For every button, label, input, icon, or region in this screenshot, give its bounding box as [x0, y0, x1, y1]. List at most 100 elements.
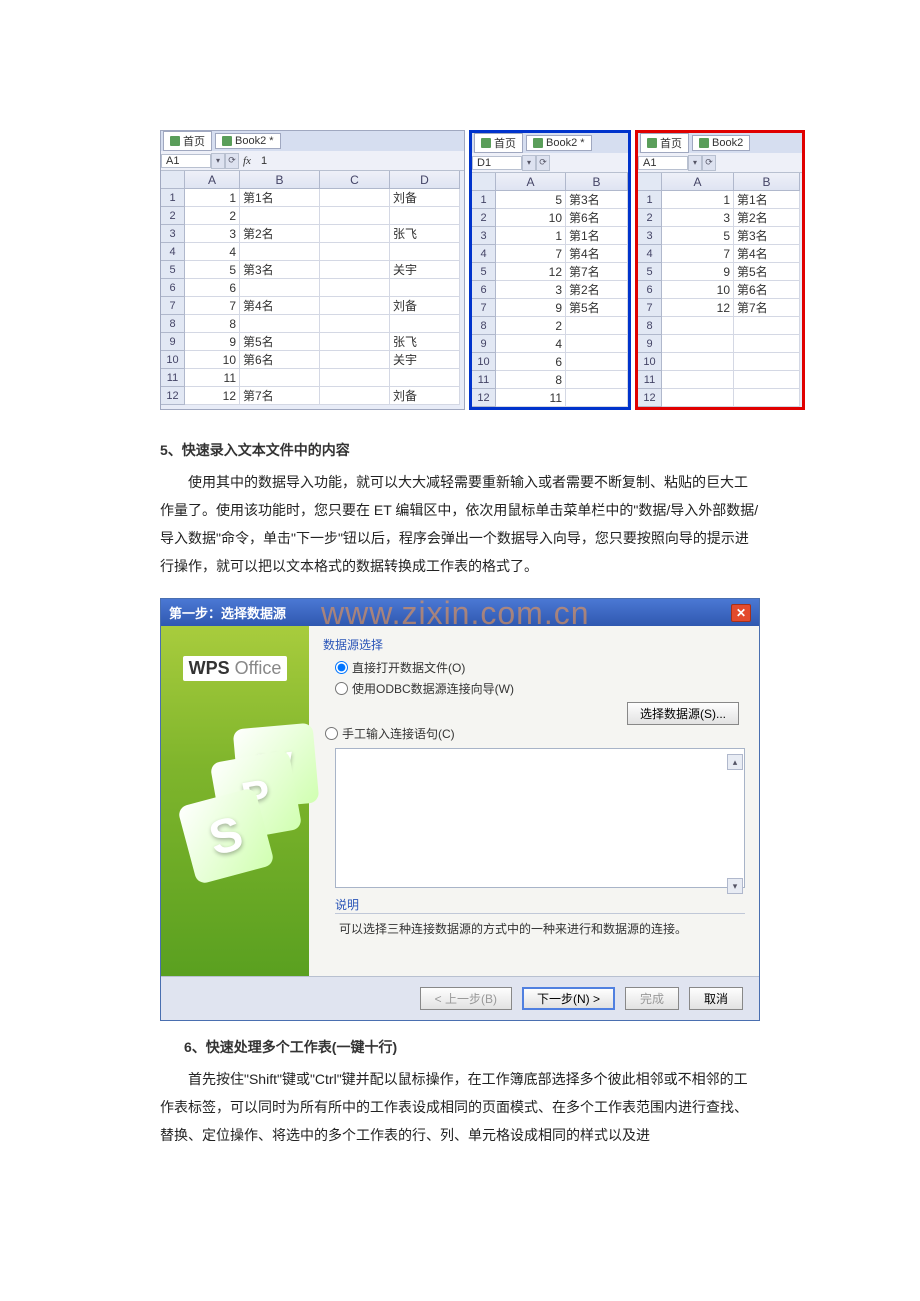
- cell[interactable]: 1: [185, 189, 240, 207]
- column-header[interactable]: A: [496, 173, 566, 191]
- cell[interactable]: [662, 317, 734, 335]
- row-header[interactable]: 3: [638, 227, 662, 245]
- cell[interactable]: [240, 369, 320, 387]
- cell[interactable]: 12: [662, 299, 734, 317]
- cell[interactable]: [320, 297, 390, 315]
- cell[interactable]: 3: [662, 209, 734, 227]
- cell[interactable]: 10: [185, 351, 240, 369]
- row-header[interactable]: 7: [161, 297, 185, 315]
- cell[interactable]: [566, 353, 628, 371]
- cell[interactable]: 第5名: [240, 333, 320, 351]
- cell[interactable]: [566, 371, 628, 389]
- cell[interactable]: [390, 315, 460, 333]
- cell[interactable]: 7: [185, 297, 240, 315]
- row-header[interactable]: 4: [161, 243, 185, 261]
- row-header[interactable]: 4: [638, 245, 662, 263]
- cell[interactable]: 8: [496, 371, 566, 389]
- cell[interactable]: 7: [496, 245, 566, 263]
- cell[interactable]: [734, 389, 800, 407]
- row-header[interactable]: 8: [161, 315, 185, 333]
- cell[interactable]: [734, 371, 800, 389]
- select-datasource-button[interactable]: 选择数据源(S)...: [627, 702, 739, 725]
- column-header[interactable]: A: [185, 171, 240, 189]
- cell[interactable]: 第3名: [734, 227, 800, 245]
- select-all-corner[interactable]: [472, 173, 496, 191]
- cell[interactable]: 9: [185, 333, 240, 351]
- cell[interactable]: [320, 351, 390, 369]
- cell[interactable]: 9: [662, 263, 734, 281]
- cancel-button[interactable]: 取消: [689, 987, 743, 1010]
- row-header[interactable]: 5: [161, 261, 185, 279]
- row-header[interactable]: 9: [472, 335, 496, 353]
- cell[interactable]: 第2名: [240, 225, 320, 243]
- row-header[interactable]: 5: [472, 263, 496, 281]
- name-box[interactable]: D1: [472, 156, 522, 170]
- row-header[interactable]: 2: [472, 209, 496, 227]
- cell[interactable]: 第1名: [566, 227, 628, 245]
- refresh-icon[interactable]: ⟳: [536, 155, 550, 171]
- row-header[interactable]: 10: [638, 353, 662, 371]
- cell[interactable]: 张飞: [390, 333, 460, 351]
- row-header[interactable]: 9: [638, 335, 662, 353]
- cell[interactable]: [320, 261, 390, 279]
- cell[interactable]: [320, 279, 390, 297]
- name-box[interactable]: A1: [638, 156, 688, 170]
- row-header[interactable]: 6: [472, 281, 496, 299]
- dropdown-icon[interactable]: ▾: [688, 155, 702, 171]
- workbook-tab[interactable]: Book2: [692, 135, 750, 151]
- cell[interactable]: 4: [496, 335, 566, 353]
- cell[interactable]: [566, 389, 628, 407]
- cell[interactable]: 张飞: [390, 225, 460, 243]
- refresh-icon[interactable]: ⟳: [702, 155, 716, 171]
- cell[interactable]: [240, 243, 320, 261]
- column-header[interactable]: D: [390, 171, 460, 189]
- row-header[interactable]: 10: [161, 351, 185, 369]
- cell[interactable]: 第5名: [734, 263, 800, 281]
- cell[interactable]: 第6名: [566, 209, 628, 227]
- cell[interactable]: 7: [662, 245, 734, 263]
- cell[interactable]: 第1名: [240, 189, 320, 207]
- cell[interactable]: 第3名: [240, 261, 320, 279]
- row-header[interactable]: 11: [161, 369, 185, 387]
- next-button[interactable]: 下一步(N) >: [522, 987, 615, 1010]
- cell[interactable]: 第4名: [240, 297, 320, 315]
- cell[interactable]: 4: [185, 243, 240, 261]
- radio-open-file[interactable]: 直接打开数据文件(O): [335, 659, 745, 676]
- cell[interactable]: 10: [496, 209, 566, 227]
- close-button[interactable]: ✕: [731, 604, 751, 622]
- column-header[interactable]: C: [320, 171, 390, 189]
- row-header[interactable]: 10: [472, 353, 496, 371]
- row-header[interactable]: 11: [638, 371, 662, 389]
- cell[interactable]: 第4名: [734, 245, 800, 263]
- cell[interactable]: 6: [185, 279, 240, 297]
- row-header[interactable]: 2: [161, 207, 185, 225]
- dropdown-icon[interactable]: ▾: [211, 153, 225, 169]
- cell[interactable]: 8: [185, 315, 240, 333]
- cell[interactable]: 第6名: [240, 351, 320, 369]
- cell[interactable]: 12: [185, 387, 240, 405]
- prev-button[interactable]: < 上一步(B): [420, 987, 512, 1010]
- cell[interactable]: [390, 243, 460, 261]
- select-all-corner[interactable]: [161, 171, 185, 189]
- cell[interactable]: [662, 335, 734, 353]
- cell[interactable]: 刘备: [390, 297, 460, 315]
- workbook-tab[interactable]: Book2 *: [215, 133, 281, 149]
- row-header[interactable]: 8: [638, 317, 662, 335]
- cell[interactable]: 5: [185, 261, 240, 279]
- cell[interactable]: [320, 315, 390, 333]
- cell[interactable]: 第4名: [566, 245, 628, 263]
- row-header[interactable]: 11: [472, 371, 496, 389]
- cell[interactable]: [566, 335, 628, 353]
- cell[interactable]: [734, 353, 800, 371]
- refresh-icon[interactable]: ⟳: [225, 153, 239, 169]
- scroll-up-icon[interactable]: ▴: [727, 754, 743, 770]
- cell[interactable]: [734, 317, 800, 335]
- cell[interactable]: [320, 369, 390, 387]
- cell[interactable]: [320, 243, 390, 261]
- row-header[interactable]: 6: [161, 279, 185, 297]
- cell[interactable]: 11: [496, 389, 566, 407]
- row-header[interactable]: 2: [638, 209, 662, 227]
- workbook-tab[interactable]: Book2 *: [526, 135, 592, 151]
- row-header[interactable]: 12: [161, 387, 185, 405]
- select-all-corner[interactable]: [638, 173, 662, 191]
